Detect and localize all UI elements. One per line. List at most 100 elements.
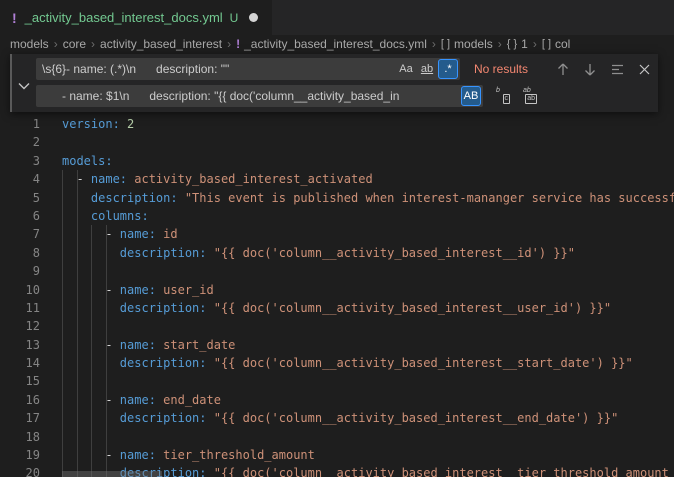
code-line[interactable]: 19 - name: tier_threshold_amount: [0, 446, 674, 464]
line-number: 20: [0, 464, 40, 477]
code-text: [40, 317, 62, 335]
breadcrumb-item[interactable]: activity_based_interest: [100, 37, 222, 51]
code-text: [40, 133, 62, 151]
line-number: 11: [0, 299, 40, 317]
breadcrumb-item[interactable]: { } 1: [507, 37, 528, 51]
code-line[interactable]: 3models:: [0, 152, 674, 170]
breadcrumb-separator-icon: ›: [498, 37, 502, 51]
breadcrumb-item[interactable]: [ ]models: [441, 37, 493, 51]
tab-bar: ! _activity_based_interest_docs.yml U: [0, 0, 674, 35]
line-number: 15: [0, 372, 40, 390]
find-in-selection-icon[interactable]: [607, 59, 627, 79]
breadcrumb-item[interactable]: models: [10, 37, 49, 51]
horizontal-scrollbar[interactable]: [62, 471, 162, 477]
breadcrumb-item[interactable]: ! _activity_based_interest_docs.yml: [236, 37, 427, 51]
editor-pane[interactable]: 1version: 223models:4 - name: activity_b…: [0, 53, 674, 477]
close-icon[interactable]: [634, 59, 654, 79]
breadcrumb-label: col: [555, 37, 570, 51]
code-text: - name: activity_based_interest_activate…: [40, 170, 373, 188]
line-number: 16: [0, 391, 40, 409]
code-text: - name: id: [40, 225, 178, 243]
yaml-file-icon: !: [12, 10, 17, 26]
git-untracked-badge: U: [230, 11, 239, 25]
replace-all-button[interactable]: ab ab: [520, 86, 540, 106]
breadcrumb-label: core: [63, 37, 86, 51]
code-line[interactable]: 15: [0, 372, 674, 390]
line-number: 1: [0, 115, 40, 133]
previous-match-button[interactable]: [553, 59, 573, 79]
breadcrumb-separator-icon: ›: [227, 37, 231, 51]
code-line[interactable]: 1version: 2: [0, 115, 674, 133]
code-line[interactable]: 13 - name: start_date: [0, 336, 674, 354]
line-number: 18: [0, 428, 40, 446]
code-line[interactable]: 18: [0, 428, 674, 446]
line-number: 3: [0, 152, 40, 170]
code-text: description: "{{ doc('column__activity_b…: [40, 299, 611, 317]
code-line[interactable]: 5 description: "This event is published …: [0, 189, 674, 207]
code-text: description: "This event is published wh…: [40, 189, 674, 207]
unsaved-changes-dot-icon[interactable]: [249, 13, 258, 22]
replace-button[interactable]: b c: [493, 86, 513, 106]
tab-filename: _activity_based_interest_docs.yml: [25, 10, 223, 25]
code-line[interactable]: 11 description: "{{ doc('column__activit…: [0, 299, 674, 317]
breadcrumb-separator-icon: ›: [432, 37, 436, 51]
breadcrumb-label: 1: [521, 37, 528, 51]
code-line[interactable]: 9: [0, 262, 674, 280]
code-text: [40, 262, 62, 280]
code-text: - name: start_date: [40, 336, 235, 354]
breadcrumb: models › core › activity_based_interest ›! _ac…: [0, 35, 674, 53]
replace-option-preserve-case-button[interactable]: AB: [461, 86, 481, 106]
code-line[interactable]: 17 description: "{{ doc('column__activit…: [0, 409, 674, 427]
find-query-text: \s{6}- name: (.*)\n description: "": [42, 62, 395, 76]
code-line[interactable]: 8 description: "{{ doc('column__activity…: [0, 244, 674, 262]
code-line[interactable]: 16 - name: end_date: [0, 391, 674, 409]
code-line[interactable]: 4 - name: activity_based_interest_activa…: [0, 170, 674, 188]
line-number: 9: [0, 262, 40, 280]
breadcrumb-label: models: [10, 37, 49, 51]
find-status: No results: [474, 62, 546, 76]
code-line[interactable]: 10 - name: user_id: [0, 281, 674, 299]
code-line[interactable]: 7 - name: id: [0, 225, 674, 243]
code-text: version: 2: [40, 115, 134, 133]
line-number: 4: [0, 170, 40, 188]
code-text: columns:: [40, 207, 149, 225]
line-number: 7: [0, 225, 40, 243]
breadcrumb-label: _activity_based_interest_docs.yml: [244, 37, 427, 51]
symbol-icon: [ ]: [542, 38, 551, 50]
line-number: 14: [0, 354, 40, 372]
replace-input[interactable]: - name: $1\n description: "{{ doc('colum…: [36, 85, 483, 107]
replace-all-icon: ab ab: [522, 88, 538, 104]
code-text: description: "{{ doc('column__activity_b…: [40, 409, 618, 427]
yaml-file-icon: !: [236, 37, 240, 51]
line-number: 13: [0, 336, 40, 354]
code-line[interactable]: 14 description: "{{ doc('column__activit…: [0, 354, 674, 372]
line-number: 2: [0, 133, 40, 151]
code-text: models:: [40, 152, 113, 170]
code-line[interactable]: 6 columns:: [0, 207, 674, 225]
line-number: 6: [0, 207, 40, 225]
breadcrumb-item[interactable]: [ ] col: [542, 37, 571, 51]
line-number: 17: [0, 409, 40, 427]
code-text: description: "{{ doc('column__activity_b…: [40, 244, 575, 262]
find-replace-widget: \s{6}- name: (.*)\n description: "" Aaab…: [10, 54, 658, 112]
code-line[interactable]: 2: [0, 133, 674, 151]
code-area: 1version: 223models:4 - name: activity_b…: [0, 115, 674, 477]
find-option-regex-button[interactable]: .*: [438, 59, 458, 79]
toggle-replace-chevron-icon[interactable]: [16, 78, 32, 94]
line-number: 8: [0, 244, 40, 262]
code-text: [40, 372, 62, 390]
find-option-match-case-button[interactable]: Aa: [396, 59, 416, 79]
code-text: [40, 428, 62, 446]
tab-active-file[interactable]: ! _activity_based_interest_docs.yml U: [0, 0, 272, 35]
code-text: description: "{{ doc('column__activity_b…: [40, 354, 633, 372]
breadcrumb-label: models: [454, 37, 493, 51]
find-option-whole-word-button[interactable]: ab: [417, 59, 437, 79]
next-match-button[interactable]: [580, 59, 600, 79]
replace-value-text: - name: $1\n description: "{{ doc('colum…: [42, 89, 460, 103]
symbol-icon: { }: [507, 38, 517, 50]
code-line[interactable]: 12: [0, 317, 674, 335]
line-number: 5: [0, 189, 40, 207]
find-input[interactable]: \s{6}- name: (.*)\n description: "" Aaab…: [36, 58, 460, 80]
line-number: 10: [0, 281, 40, 299]
breadcrumb-item[interactable]: core: [63, 37, 86, 51]
